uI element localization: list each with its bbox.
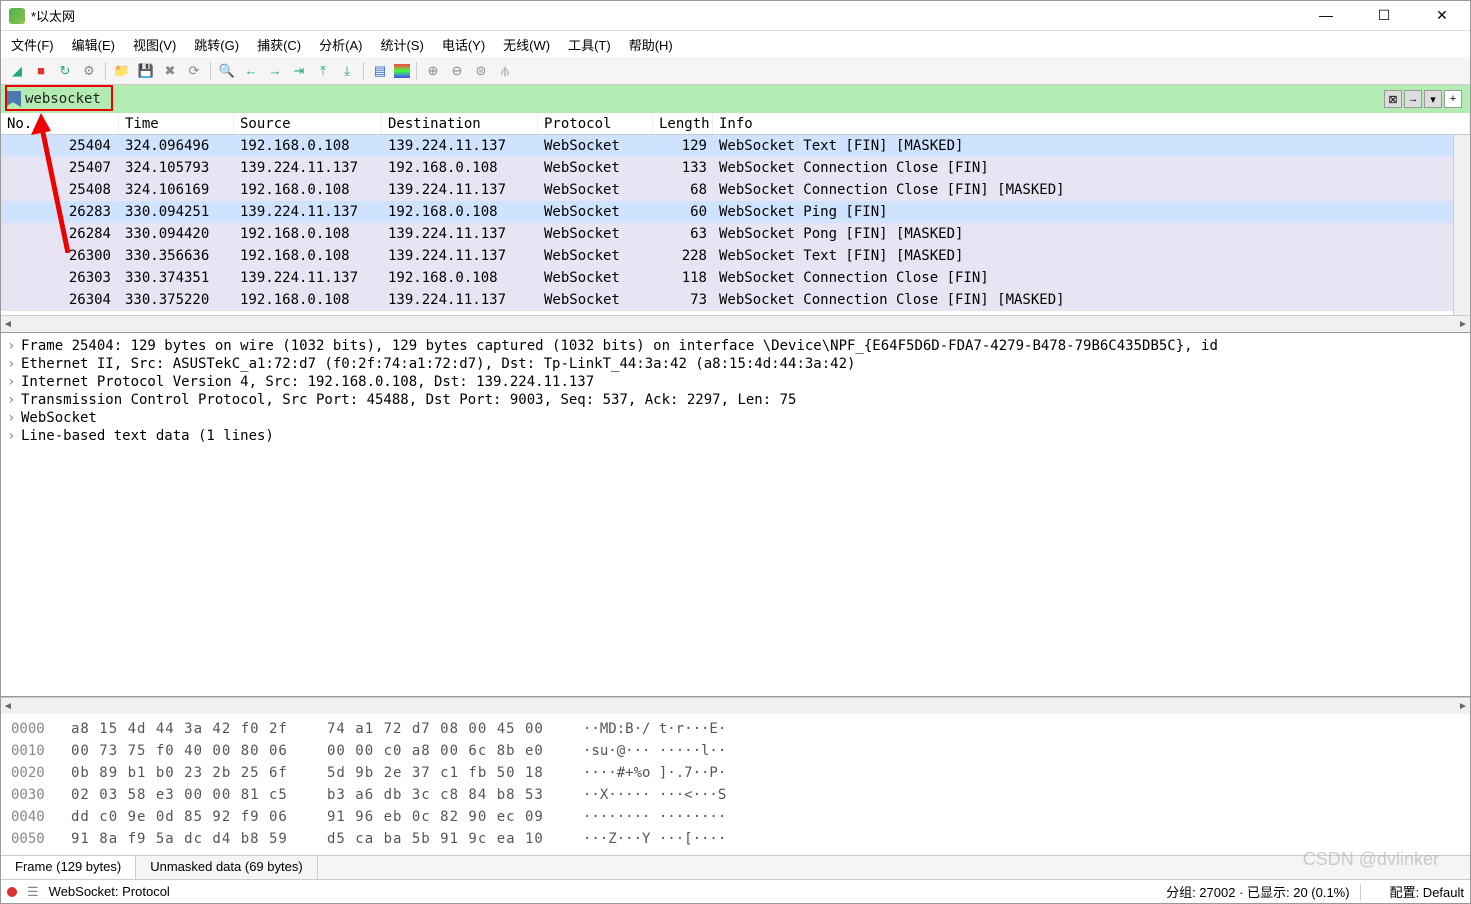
detail-row[interactable]: ›Internet Protocol Version 4, Src: 192.1… bbox=[1, 373, 1470, 391]
menu-tools[interactable]: 工具(T) bbox=[564, 33, 615, 56]
apply-filter-button[interactable]: → bbox=[1404, 90, 1422, 108]
zoom-in-icon[interactable]: ⊕ bbox=[423, 61, 443, 81]
colorize-icon[interactable] bbox=[394, 64, 410, 78]
expand-icon[interactable]: › bbox=[7, 338, 21, 354]
filter-bar: ⊠ → ▾ + bbox=[1, 85, 1470, 113]
statusbar: ☰ WebSocket: Protocol 分组: 27002 · 已显示: 2… bbox=[1, 879, 1470, 903]
expand-icon[interactable]: › bbox=[7, 356, 21, 372]
expert-info-icon[interactable] bbox=[7, 887, 17, 897]
go-back-icon[interactable]: ← bbox=[241, 61, 261, 81]
menu-telephony[interactable]: 电话(Y) bbox=[438, 33, 489, 56]
zoom-out-icon[interactable]: ⊖ bbox=[447, 61, 467, 81]
detail-row[interactable]: ›Transmission Control Protocol, Src Port… bbox=[1, 391, 1470, 409]
display-filter-input[interactable] bbox=[23, 89, 1384, 109]
window-title: *以太网 bbox=[31, 6, 1306, 25]
menu-edit[interactable]: 编辑(E) bbox=[68, 33, 119, 56]
details-hscrollbar[interactable]: ◄► bbox=[1, 697, 1470, 714]
packet-list-pane: No. Time Source Destination Protocol Len… bbox=[1, 113, 1470, 333]
minimize-button[interactable]: — bbox=[1306, 7, 1346, 24]
capture-file-properties-icon[interactable]: ☰ bbox=[27, 884, 39, 900]
col-info[interactable]: Info bbox=[713, 114, 1470, 134]
resize-columns-icon[interactable]: ⫛ bbox=[495, 61, 515, 81]
col-time[interactable]: Time bbox=[119, 114, 234, 134]
menu-wireless[interactable]: 无线(W) bbox=[499, 33, 554, 56]
status-protocol: WebSocket: Protocol bbox=[49, 884, 170, 899]
status-packets: 分组: 27002 · 已显示: 20 (0.1%) bbox=[1166, 882, 1350, 901]
detail-row[interactable]: ›Ethernet II, Src: ASUSTekC_a1:72:d7 (f0… bbox=[1, 355, 1470, 373]
expand-icon[interactable]: › bbox=[7, 410, 21, 426]
packet-hscrollbar[interactable]: ◄► bbox=[1, 315, 1470, 332]
go-first-icon[interactable]: ⤒ bbox=[313, 61, 333, 81]
autoscroll-icon[interactable]: ▤ bbox=[370, 61, 390, 81]
col-length[interactable]: Length bbox=[653, 114, 713, 134]
start-capture-icon[interactable]: ◢ bbox=[7, 61, 27, 81]
hex-row[interactable]: 001000 73 75 f0 40 00 80 0600 00 c0 a8 0… bbox=[11, 740, 1460, 762]
menu-analyze[interactable]: 分析(A) bbox=[315, 33, 366, 56]
packet-row[interactable]: 26300330.356636192.168.0.108139.224.11.1… bbox=[1, 245, 1470, 267]
packet-bytes-pane: 0000a8 15 4d 44 3a 42 f0 2f74 a1 72 d7 0… bbox=[1, 714, 1470, 879]
packet-list-header: No. Time Source Destination Protocol Len… bbox=[1, 113, 1470, 135]
menu-help[interactable]: 帮助(H) bbox=[625, 33, 677, 56]
close-file-icon[interactable]: ✖ bbox=[160, 61, 180, 81]
col-protocol[interactable]: Protocol bbox=[538, 114, 653, 134]
menu-stats[interactable]: 统计(S) bbox=[376, 33, 427, 56]
restart-capture-icon[interactable]: ↻ bbox=[55, 61, 75, 81]
hex-row[interactable]: 00200b 89 b1 b0 23 2b 25 6f5d 9b 2e 37 c… bbox=[11, 762, 1460, 784]
hex-tab-frame[interactable]: Frame (129 bytes) bbox=[1, 856, 136, 879]
detail-row[interactable]: ›WebSocket bbox=[1, 409, 1470, 427]
packet-details-pane[interactable]: ›Frame 25404: 129 bytes on wire (1032 bi… bbox=[1, 333, 1470, 697]
packet-row[interactable]: 26284330.094420192.168.0.108139.224.11.1… bbox=[1, 223, 1470, 245]
hex-row[interactable]: 0040dd c0 9e 0d 85 92 f9 0691 96 eb 0c 8… bbox=[11, 806, 1460, 828]
expand-icon[interactable]: › bbox=[7, 392, 21, 408]
titlebar: *以太网 — ☐ ✕ bbox=[1, 1, 1470, 31]
status-profile[interactable]: 配置: Default bbox=[1390, 882, 1464, 901]
packet-vscrollbar[interactable] bbox=[1453, 135, 1470, 315]
app-icon bbox=[9, 8, 25, 24]
close-button[interactable]: ✕ bbox=[1422, 7, 1462, 24]
hex-tab-unmasked[interactable]: Unmasked data (69 bytes) bbox=[136, 856, 317, 879]
expand-icon[interactable]: › bbox=[7, 374, 21, 390]
hex-row[interactable]: 003002 03 58 e3 00 00 81 c5b3 a6 db 3c c… bbox=[11, 784, 1460, 806]
clear-filter-button[interactable]: ⊠ bbox=[1384, 90, 1402, 108]
save-file-icon[interactable]: 💾 bbox=[136, 61, 156, 81]
packet-row[interactable]: 26304330.375220192.168.0.108139.224.11.1… bbox=[1, 289, 1470, 311]
packet-list-body[interactable]: 25404324.096496192.168.0.108139.224.11.1… bbox=[1, 135, 1470, 315]
maximize-button[interactable]: ☐ bbox=[1364, 7, 1404, 24]
open-file-icon[interactable]: 📁 bbox=[112, 61, 132, 81]
toolbar: ◢ ■ ↻ ⚙ 📁 💾 ✖ ⟳ 🔍 ← → ⇥ ⤒ ⤓ ▤ ⊕ ⊖ ⊜ ⫛ bbox=[1, 57, 1470, 85]
reload-icon[interactable]: ⟳ bbox=[184, 61, 204, 81]
go-last-icon[interactable]: ⤓ bbox=[337, 61, 357, 81]
stop-capture-icon[interactable]: ■ bbox=[31, 61, 51, 81]
find-icon[interactable]: 🔍 bbox=[217, 61, 237, 81]
options-icon[interactable]: ⚙ bbox=[79, 61, 99, 81]
col-no[interactable]: No. bbox=[1, 114, 119, 134]
expand-icon[interactable]: › bbox=[7, 428, 21, 444]
packet-row[interactable]: 25408324.106169192.168.0.108139.224.11.1… bbox=[1, 179, 1470, 201]
hex-body[interactable]: 0000a8 15 4d 44 3a 42 f0 2f74 a1 72 d7 0… bbox=[1, 714, 1470, 855]
hex-row[interactable]: 005091 8a f9 5a dc d4 b8 59d5 ca ba 5b 9… bbox=[11, 828, 1460, 850]
app-window: *以太网 — ☐ ✕ 文件(F) 编辑(E) 视图(V) 跳转(G) 捕获(C)… bbox=[0, 0, 1471, 904]
hex-row[interactable]: 0000a8 15 4d 44 3a 42 f0 2f74 a1 72 d7 0… bbox=[11, 718, 1460, 740]
menu-capture[interactable]: 捕获(C) bbox=[253, 33, 305, 56]
go-forward-icon[interactable]: → bbox=[265, 61, 285, 81]
packet-row[interactable]: 26283330.094251139.224.11.137192.168.0.1… bbox=[1, 201, 1470, 223]
add-filter-button[interactable]: + bbox=[1444, 90, 1462, 108]
packet-row[interactable]: 26303330.374351139.224.11.137192.168.0.1… bbox=[1, 267, 1470, 289]
menubar: 文件(F) 编辑(E) 视图(V) 跳转(G) 捕获(C) 分析(A) 统计(S… bbox=[1, 31, 1470, 57]
col-source[interactable]: Source bbox=[234, 114, 382, 134]
packet-row[interactable]: 25407324.105793139.224.11.137192.168.0.1… bbox=[1, 157, 1470, 179]
bookmark-icon[interactable] bbox=[5, 91, 21, 107]
menu-go[interactable]: 跳转(G) bbox=[190, 33, 243, 56]
hex-tabs: Frame (129 bytes) Unmasked data (69 byte… bbox=[1, 855, 1470, 879]
detail-row[interactable]: ›Frame 25404: 129 bytes on wire (1032 bi… bbox=[1, 337, 1470, 355]
menu-file[interactable]: 文件(F) bbox=[7, 33, 58, 56]
filter-dropdown-button[interactable]: ▾ bbox=[1424, 90, 1442, 108]
menu-view[interactable]: 视图(V) bbox=[129, 33, 180, 56]
zoom-reset-icon[interactable]: ⊜ bbox=[471, 61, 491, 81]
col-dest[interactable]: Destination bbox=[382, 114, 538, 134]
detail-row[interactable]: ›Line-based text data (1 lines) bbox=[1, 427, 1470, 445]
packet-row[interactable]: 25404324.096496192.168.0.108139.224.11.1… bbox=[1, 135, 1470, 157]
go-to-packet-icon[interactable]: ⇥ bbox=[289, 61, 309, 81]
